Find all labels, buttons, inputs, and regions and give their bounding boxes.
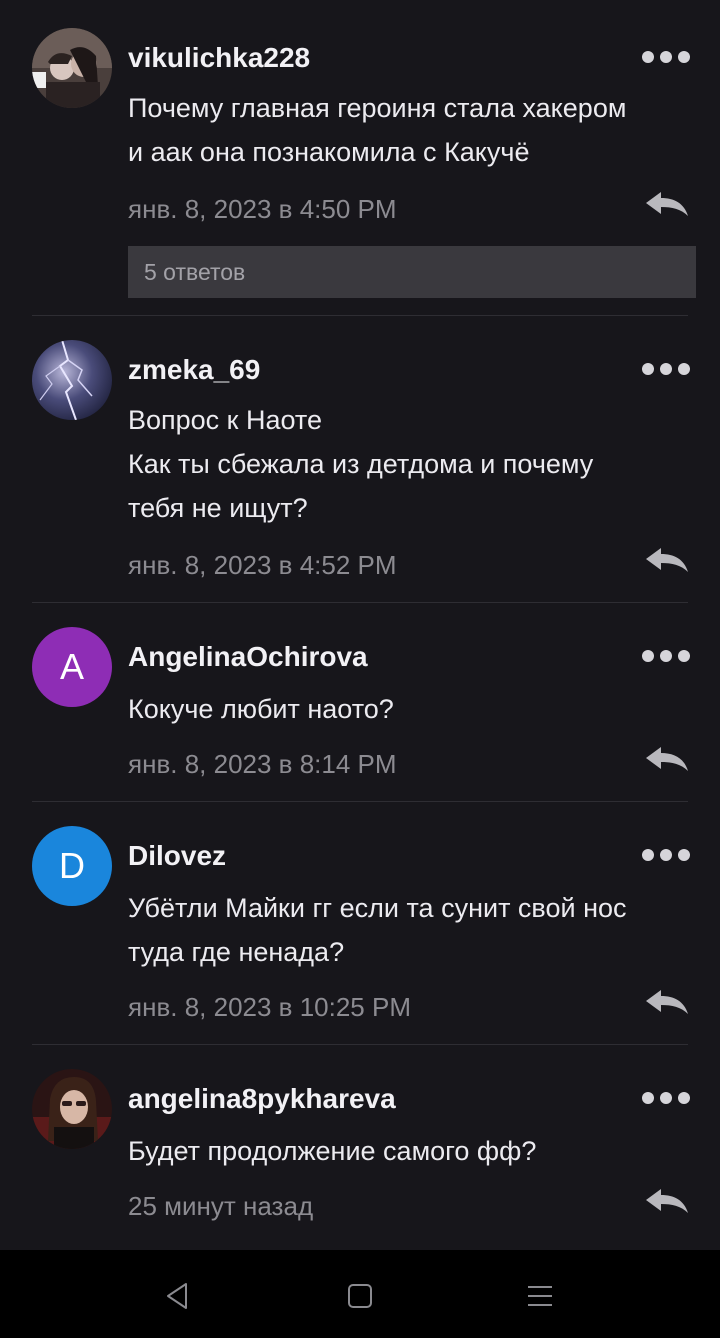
navigation-bar xyxy=(0,1250,720,1338)
avatar[interactable] xyxy=(32,28,112,108)
more-dots-icon[interactable] xyxy=(642,644,690,668)
reply-arrow-icon[interactable] xyxy=(646,747,688,773)
username[interactable]: vikulichka228 xyxy=(128,42,310,74)
comment-item: vikulichka228 Почему главная героиня ста… xyxy=(0,0,720,316)
timestamp: янв. 8, 2023 в 4:50 PM xyxy=(128,194,397,224)
comment-text: Будет продолжение самого фф? xyxy=(128,1136,537,1166)
comment-text: Убётли Майки гг если та сунит свой нос т… xyxy=(128,893,627,967)
avatar[interactable] xyxy=(32,340,112,420)
back-triangle-icon[interactable] xyxy=(164,1282,192,1310)
more-dots-icon[interactable] xyxy=(642,357,690,381)
comment-item: angelina8pykhareva Будет продолжение сам… xyxy=(0,1045,720,1250)
reply-arrow-icon[interactable] xyxy=(646,548,688,574)
comment-item: A AngelinaOchirova Кокуче любит наото? я… xyxy=(0,603,720,802)
timestamp: 25 минут назад xyxy=(128,1191,314,1221)
menu-lines-icon[interactable] xyxy=(526,1282,554,1310)
username[interactable]: zmeka_69 xyxy=(128,354,260,386)
username[interactable]: AngelinaOchirova xyxy=(128,641,368,673)
replies-button[interactable]: 5 ответов xyxy=(128,246,696,298)
comment-text: Кокуче любит наото? xyxy=(128,694,394,724)
username[interactable]: angelina8pykhareva xyxy=(128,1083,396,1115)
more-dots-icon[interactable] xyxy=(642,843,690,867)
avatar[interactable]: A xyxy=(32,627,112,707)
avatar[interactable]: D xyxy=(32,826,112,906)
avatar[interactable] xyxy=(32,1069,112,1149)
reply-arrow-icon[interactable] xyxy=(646,1189,688,1215)
comment-text: Почему главная героиня стала хакером и а… xyxy=(128,93,627,167)
timestamp: янв. 8, 2023 в 10:25 PM xyxy=(128,992,411,1022)
more-dots-icon[interactable] xyxy=(642,1086,690,1110)
more-dots-icon[interactable] xyxy=(642,45,690,69)
home-square-icon[interactable] xyxy=(346,1282,374,1310)
timestamp: янв. 8, 2023 в 8:14 PM xyxy=(128,749,397,779)
comment-text: Вопрос к Наоте Как ты сбежала из детдома… xyxy=(128,405,594,523)
comment-item: zmeka_69 Вопрос к Наоте Как ты сбежала и… xyxy=(0,316,720,603)
timestamp: янв. 8, 2023 в 4:52 PM xyxy=(128,550,397,580)
comment-item: D Dilovez Убётли Майки гг если та сунит … xyxy=(0,802,720,1045)
reply-arrow-icon[interactable] xyxy=(646,192,688,218)
reply-arrow-icon[interactable] xyxy=(646,990,688,1016)
username[interactable]: Dilovez xyxy=(128,840,226,872)
comments-feed: vikulichka228 Почему главная героиня ста… xyxy=(0,0,720,1250)
